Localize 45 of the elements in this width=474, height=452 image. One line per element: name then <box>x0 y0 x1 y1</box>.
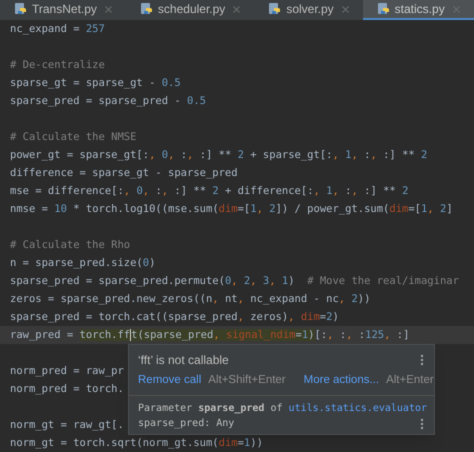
close-icon[interactable] <box>233 6 240 12</box>
code-line: raw_pred = torch.fft(sparse_pred, signal_ndim=1)[:, :, :125, :] <box>10 328 410 343</box>
more-options-icon[interactable] <box>420 354 424 366</box>
tab-label: statics.py <box>394 1 445 18</box>
tab-label: scheduler.py <box>158 1 226 18</box>
code-line: n = sparse_pred.size(0) <box>10 256 156 271</box>
shortcut-hint: Alt+Shift+Enter <box>208 373 286 388</box>
code-line: sparse_gt = sparse_gt - 0.5 <box>10 76 181 91</box>
code-line: # Calculate the Rho <box>10 238 130 253</box>
code-line: norm_pred = raw_pr <box>10 364 124 379</box>
code-line: norm_gt = torch.sqrt(norm_gt.sum(dim=1)) <box>10 436 263 451</box>
tab-label: solver.py <box>286 1 334 18</box>
file-tab[interactable]: statics.py <box>362 0 474 20</box>
python-file-icon <box>14 2 28 16</box>
action-link[interactable]: More actions... <box>304 372 380 390</box>
shortcut-hint: Alt+Enter <box>386 373 434 388</box>
code-line: mse = difference[:, 0, :, :] ** 2 + difference[:, 1, :, :] ** 2 <box>10 184 408 199</box>
more-options-icon[interactable] <box>420 418 424 430</box>
parameter-info: Parameter sparse_pred of utils.statics.evaluator <box>138 402 428 416</box>
file-tab[interactable]: scheduler.py <box>126 0 254 20</box>
code-line: sparse_pred = sparse_pred.permute(0, 2, 3, 1) # Move the real/imaginar <box>10 274 459 289</box>
action-link[interactable]: Remove call <box>138 372 202 390</box>
error-message: ‘fft’ is not callable <box>138 352 229 369</box>
code-line: nmse = 10 * torch.log10((mse.sum(dim=[1, 2]) / power_gt.sum(dim=[1, 2] <box>10 202 453 217</box>
close-icon[interactable] <box>104 6 112 12</box>
code-line: power_gt = sparse_gt[:, 0, :, :] ** 2 + sparse_gt[:, 1, :, :] ** 2 <box>10 148 428 163</box>
python-file-icon <box>376 2 391 16</box>
code-line: sparse_pred = torch.cat((sparse_pred, zeros), dim=2) <box>10 310 339 325</box>
tab-label: TransNet.py <box>32 1 97 18</box>
close-icon[interactable] <box>452 6 460 12</box>
module-link[interactable]: utils.statics.evaluator <box>288 403 428 414</box>
parameter-signature: sparse_pred: Any <box>138 417 234 432</box>
code-line: sparse_pred = sparse_pred - 0.5 <box>10 94 206 109</box>
python-file-icon <box>140 2 154 16</box>
file-tab[interactable]: TransNet.py <box>0 0 126 20</box>
close-icon[interactable] <box>342 6 349 12</box>
code-line: # De-centralize <box>10 58 105 73</box>
code-line: nc_expand = 257 <box>10 22 105 37</box>
code-line: zeros = sparse_pred.new_zeros((n, nt, nc_expand - nc, 2)) <box>10 292 370 307</box>
code-line: norm_pred = torch. <box>10 382 124 397</box>
file-tab[interactable]: solver.py <box>254 0 363 20</box>
code-line: norm_gt = raw_gt[. <box>10 418 124 433</box>
python-file-icon <box>268 2 282 16</box>
code-line: difference = sparse_gt - sparse_pred <box>10 166 238 181</box>
code-line: # Calculate the NMSE <box>10 130 136 145</box>
